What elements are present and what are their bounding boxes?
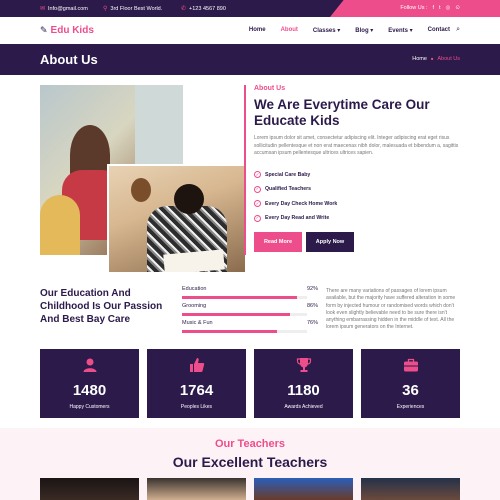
about-accent-bar <box>244 85 246 255</box>
apply-now-button[interactable]: Apply Now <box>306 232 354 252</box>
stat-card: 1180 Awards Achieved <box>254 349 353 418</box>
teacher-photo[interactable] <box>147 478 246 500</box>
logo-text: Edu Kids <box>50 25 94 36</box>
top-email[interactable]: ✉ Info@gmail.com <box>40 5 88 13</box>
top-address: ⚲ 3rd Floor Best World. <box>103 5 163 13</box>
stat-number: 1480 <box>72 382 107 399</box>
social-links: Follow Us : f t ◎ ⊙ <box>400 5 460 11</box>
facebook-icon[interactable]: f <box>433 5 435 11</box>
main-header: ✎ Edu Kids Home About Classes ▾ Blog ▾ E… <box>0 17 500 44</box>
location-icon: ⚲ <box>103 6 108 12</box>
instagram-icon[interactable]: ◎ <box>446 5 451 11</box>
top-phone[interactable]: ✆ +123 4567 890 <box>181 5 226 13</box>
breadcrumb-separator: ■ <box>430 56 434 61</box>
stat-label: Awards Achieved <box>284 404 323 410</box>
feature-item: ✓ Every Day Check Home Work <box>254 200 337 207</box>
education-title: Our Education And Childhood Is Our Passi… <box>40 288 163 325</box>
feature-item: ✓ Every Day Read and Write <box>254 214 337 222</box>
nav-contact[interactable]: Contact <box>428 27 450 34</box>
nav-about[interactable]: About <box>281 27 298 34</box>
skill-fill <box>182 330 277 333</box>
user-icon <box>40 357 139 376</box>
top-email-text: Info@gmail.com <box>48 5 88 12</box>
stat-number: 1180 <box>287 382 320 399</box>
about-title: We Are Everytime Care Our Educate Kids <box>254 97 430 128</box>
skill-fill <box>182 296 297 299</box>
skill-track <box>182 296 307 299</box>
top-phone-text: +123 4567 890 <box>189 5 226 12</box>
teacher-photo[interactable] <box>361 478 460 500</box>
top-address-text: 3rd Floor Best World. <box>110 5 163 12</box>
teacher-photo[interactable] <box>254 478 353 500</box>
pencil-icon: ✎ <box>40 25 48 35</box>
skill-percent: 92% <box>306 286 318 292</box>
feature-label: Every Day Check Home Work <box>265 200 338 207</box>
skill-label: Grooming <box>182 303 207 309</box>
search-icon[interactable]: ⌕ <box>456 26 460 34</box>
skill-track <box>182 330 307 333</box>
skill-percent: 86% <box>306 303 318 309</box>
skill-track <box>182 313 307 316</box>
nav-home[interactable]: Home <box>249 27 266 34</box>
skill-label: Music & Fun <box>182 320 213 326</box>
site-logo[interactable]: ✎ Edu Kids <box>40 25 94 36</box>
twitter-icon[interactable]: t <box>439 5 441 11</box>
feature-label: Every Day Read and Write <box>265 215 330 221</box>
about-eyebrow: About Us <box>254 85 286 92</box>
nav-events[interactable]: Events ▾ <box>388 27 412 34</box>
feature-item: ✓ Qualified Teachers <box>254 185 337 193</box>
teachers-eyebrow: Our Teachers <box>214 438 286 450</box>
feature-item: ✓ Special Care Baby <box>254 171 337 178</box>
feature-list: ✓ Special Care Baby ✓ Qualified Teachers… <box>254 171 337 222</box>
main-nav: Home About Classes ▾ Blog ▾ Events ▾ Con… <box>249 27 450 34</box>
phone-icon: ✆ <box>181 6 187 12</box>
stat-number: 36 <box>402 382 419 399</box>
breadcrumb-current: About Us <box>437 56 460 62</box>
skill-bars: Education 92% Grooming 86% Music & Fun 7… <box>182 286 318 337</box>
photo-child-foreground <box>40 195 80 255</box>
nav-classes[interactable]: Classes ▾ <box>313 27 340 34</box>
education-paragraph: There are many variations of passages of… <box>326 288 456 331</box>
stat-label: Experiences <box>396 404 425 410</box>
breadcrumb: Home ■ About Us <box>412 56 460 62</box>
pinterest-icon[interactable]: ⊙ <box>455 5 460 11</box>
page-title: About Us <box>40 52 98 67</box>
photo-window <box>135 85 183 165</box>
mail-icon: ✉ <box>40 6 46 12</box>
top-bar: ✉ Info@gmail.com ⚲ 3rd Floor Best World.… <box>0 0 500 17</box>
skill-fill <box>182 313 290 316</box>
briefcase-icon <box>361 357 460 376</box>
feature-label: Special Care Baby <box>265 171 311 178</box>
page-title-band: About Us Home ■ About Us <box>0 44 500 75</box>
follow-label: Follow Us : <box>400 5 428 11</box>
thumbs-up-icon <box>147 357 246 376</box>
stat-card: 36 Experiences <box>361 349 460 418</box>
photo-background-student <box>131 178 151 202</box>
student-writing-photo <box>107 164 247 274</box>
stat-card: 1480 Happy Customers <box>40 349 139 418</box>
skill-row: Education 92% <box>182 286 318 303</box>
read-more-button[interactable]: Read More <box>254 232 302 252</box>
about-paragraph: Lorem ipsum dolor sit amet, consectetur … <box>254 135 459 156</box>
skill-percent: 76% <box>306 320 318 326</box>
stat-label: Peoples Likes <box>180 404 213 410</box>
teacher-photo[interactable] <box>40 478 139 500</box>
skill-row: Music & Fun 76% <box>182 320 318 337</box>
stat-number: 1764 <box>179 382 214 399</box>
skill-label: Education <box>182 286 207 292</box>
skill-row: Grooming 86% <box>182 303 318 320</box>
trophy-icon <box>254 357 353 376</box>
stat-label: Happy Customers <box>69 404 110 410</box>
check-circle-icon: ✓ <box>254 200 261 207</box>
check-circle-icon: ✓ <box>254 214 261 222</box>
photo-boy-head <box>174 184 204 214</box>
teachers-title: Our Excellent Teachers <box>172 454 328 470</box>
nav-blog[interactable]: Blog ▾ <box>355 27 373 34</box>
feature-label: Qualified Teachers <box>265 186 312 192</box>
check-circle-icon: ✓ <box>254 171 261 178</box>
stat-card: 1764 Peoples Likes <box>147 349 246 418</box>
check-circle-icon: ✓ <box>254 185 261 193</box>
breadcrumb-home[interactable]: Home <box>412 56 427 62</box>
